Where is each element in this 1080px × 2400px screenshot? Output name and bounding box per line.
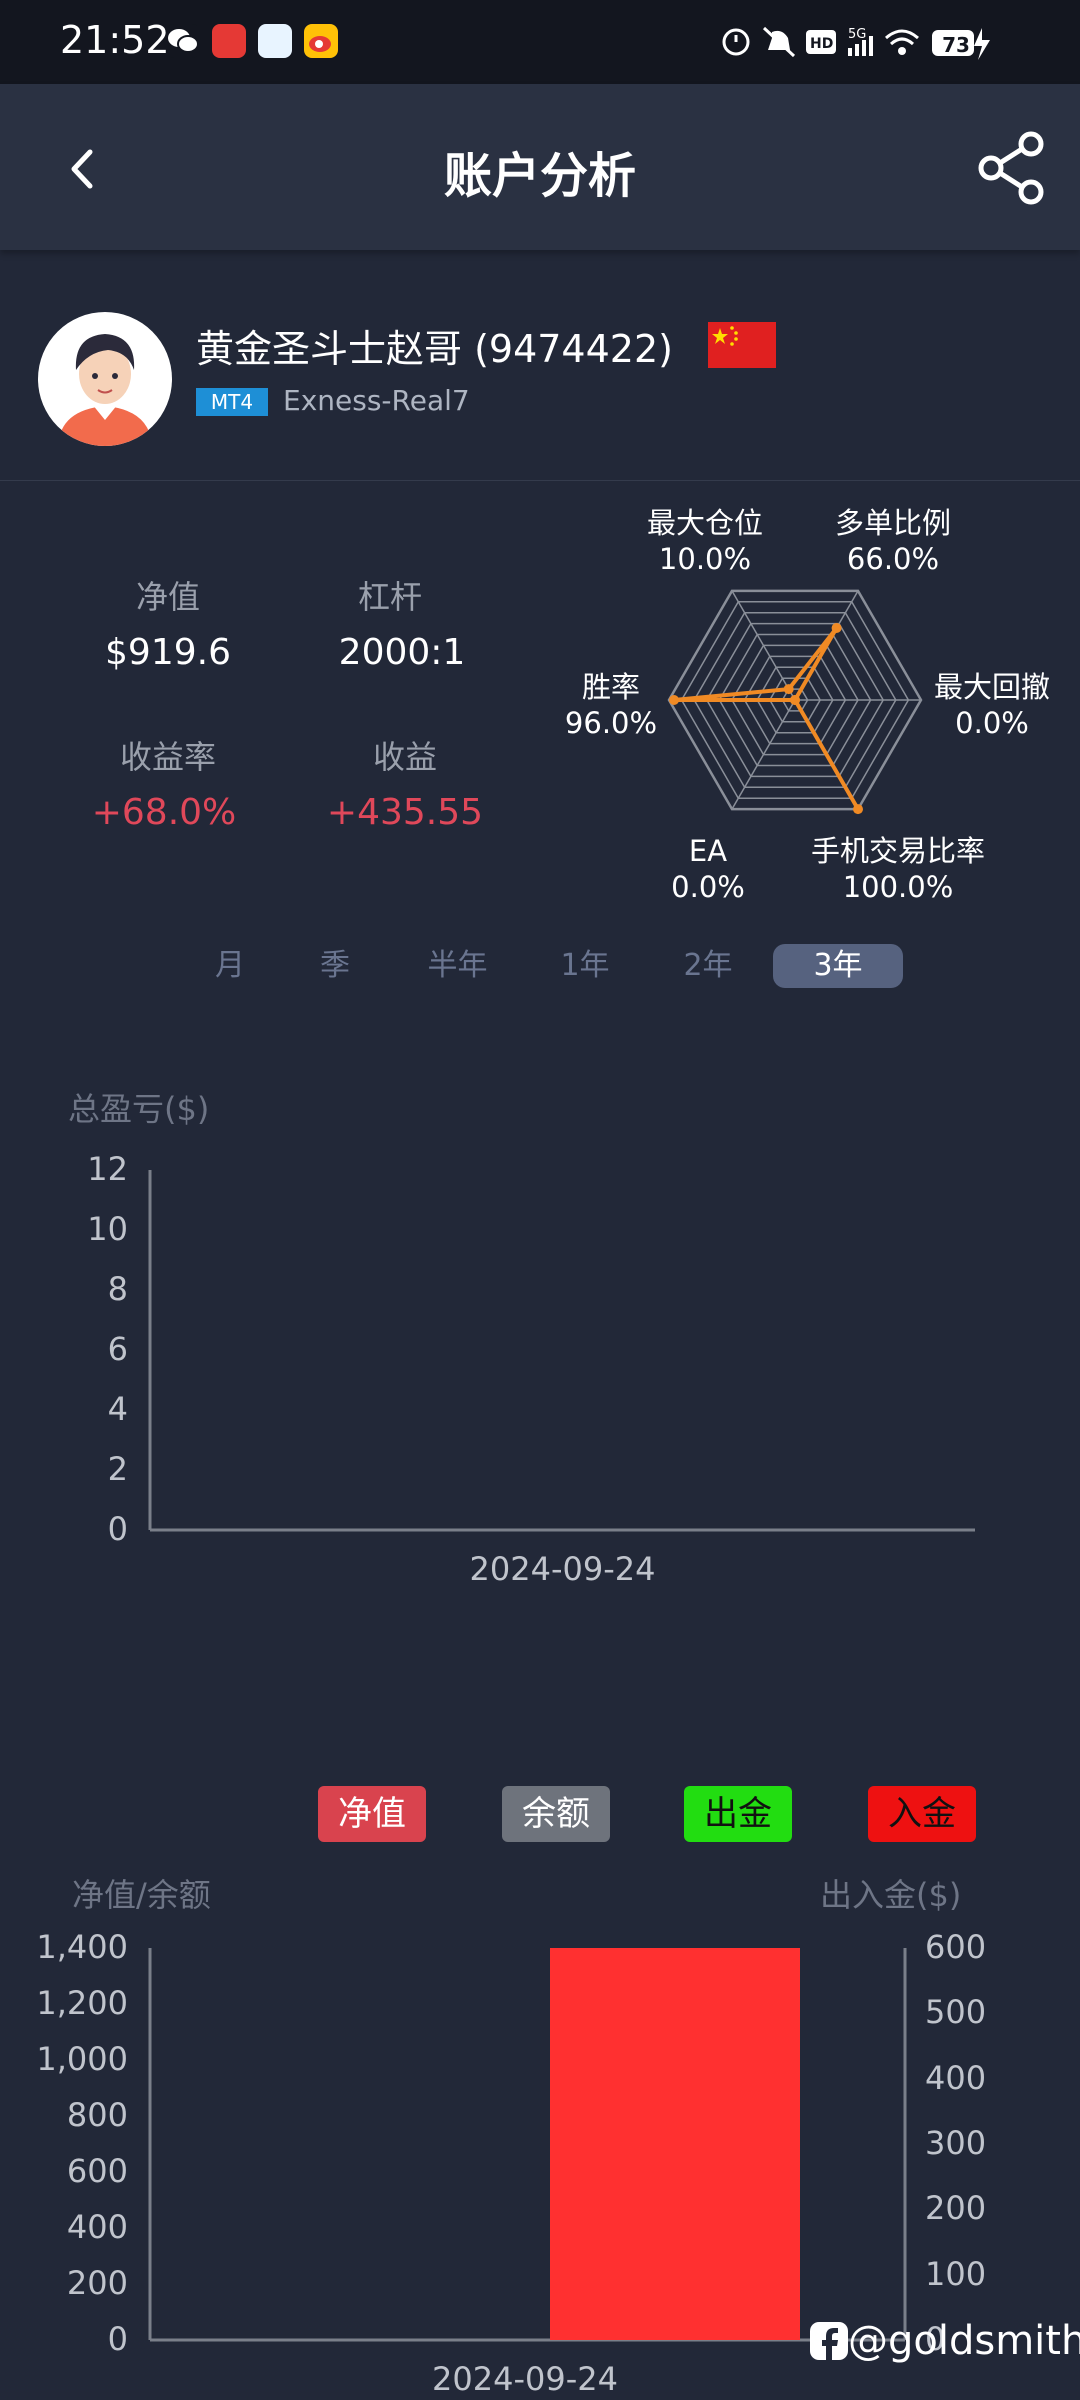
balance-chart (148, 1948, 907, 2342)
pnl-chart-ylabel: 总盈亏($) (68, 1090, 210, 1128)
avatar[interactable] (38, 312, 172, 446)
account-name: 黄金圣斗士赵哥 (9474422) (196, 327, 673, 371)
wechat-icon (166, 24, 200, 58)
pnl-chart-xtick: 2024-09-24 (469, 1550, 656, 1588)
pnl-chart-ytick: 12 (87, 1150, 128, 1188)
server-name: Exness-Real7 (283, 384, 470, 417)
avatar-icon (58, 334, 152, 446)
pnl-chart-ytick: 6 (107, 1330, 128, 1368)
balance-chart-ytick-left: 200 (66, 2264, 128, 2302)
balance-chart-ytick-left: 1,200 (36, 1984, 128, 2022)
battery-level: 73 (942, 33, 970, 57)
equity-value: $919.6 (105, 632, 231, 673)
watermark: @goldsmith (810, 2318, 1080, 2364)
balance-chart-ytick-right: 300 (925, 2124, 987, 2162)
share-icon (978, 131, 1044, 205)
radar-point (790, 695, 800, 705)
radar-label-max-drawdown: 最大回撤 0.0% (933, 670, 1050, 740)
balance-chart-ytick-left: 1,400 (36, 1928, 128, 1966)
app-bar: 账户分析 (0, 84, 1080, 250)
status-time: 21:52 (60, 18, 170, 62)
deposit-bar (550, 1948, 800, 2340)
balance-chart-ytick-left: 400 (66, 2208, 128, 2246)
pnl-chart-ytick: 0 (107, 1510, 128, 1548)
balance-chart-ytick-left: 600 (66, 2152, 128, 2190)
watermark-text: @goldsmith (848, 2318, 1080, 2364)
balance-chart-ylabel-left: 净值/余额 (72, 1876, 211, 1914)
radar-series-line (673, 626, 860, 811)
balance-chart-ytick-right: 100 (925, 2254, 987, 2293)
radar-label-long-ratio: 多单比例 66.0% (834, 506, 951, 576)
share-button[interactable] (975, 130, 1051, 206)
svg-text:HD: HD (810, 36, 833, 52)
pnl-chart (148, 1170, 975, 1532)
tab-2-year[interactable]: 2年 (668, 944, 748, 988)
chat-app-icon (258, 24, 292, 58)
radar-point (783, 684, 794, 695)
leverage-value: 2000:1 (338, 632, 466, 673)
equity-label: 净值 (135, 578, 200, 616)
shopping-app-icon (212, 24, 246, 58)
balance-chart-ytick-right: 600 (925, 1928, 987, 1966)
tab-3-year[interactable]: 3年 (773, 944, 903, 988)
pnl-chart-ytick: 4 (107, 1390, 128, 1428)
page-title: 账户分析 (443, 148, 636, 204)
legend-equity[interactable]: 净值 (318, 1786, 426, 1842)
profit-label: 收益 (372, 738, 437, 776)
china-flag-icon (708, 322, 776, 368)
balance-chart-ytick-right: 400 (925, 2058, 987, 2097)
legend-deposit[interactable]: 入金 (868, 1786, 976, 1842)
return-rate-label: 收益率 (119, 738, 216, 776)
facebook-icon (810, 2322, 848, 2360)
svg-text:5G: 5G (848, 27, 866, 42)
return-rate-value: +68.0% (91, 792, 237, 833)
tab-1-year[interactable]: 1年 (545, 944, 625, 988)
radar-label-max-position: 最大仓位 10.0% (646, 506, 763, 576)
pnl-chart-ytick: 10 (87, 1210, 128, 1248)
legend-withdrawal[interactable]: 出金 (684, 1786, 792, 1842)
balance-chart-xtick: 2024-09-24 (432, 2360, 618, 2398)
tab-quarter[interactable]: 季 (305, 944, 365, 988)
pnl-chart-ytick: 8 (107, 1270, 128, 1308)
tab-half-year[interactable]: 半年 (415, 944, 500, 988)
balance-chart-ytick-left: 0 (107, 2320, 128, 2358)
radar-point (853, 804, 863, 815)
weibo-icon (304, 24, 338, 58)
pnl-chart-ytick: 2 (107, 1450, 128, 1488)
status-bar: 21:52 HD 5G 73 (0, 0, 1080, 84)
profit-value: +435.55 (326, 792, 484, 833)
radar-label-mobile-ratio: 手机交易比率 100.0% (810, 834, 985, 904)
radar-label-win-rate: 胜率 96.0% (564, 670, 658, 740)
balance-chart-ytick-right: 200 (925, 2189, 987, 2228)
leverage-label: 杠杆 (357, 578, 422, 616)
balance-chart-ytick-right: 500 (925, 1993, 987, 2032)
platform-badge: MT4 (196, 388, 268, 416)
balance-chart-ytick-left: 800 (66, 2096, 128, 2134)
legend-balance[interactable]: 余额 (502, 1786, 610, 1842)
balance-chart-ylabel-right: 出入金($) (820, 1876, 962, 1914)
radar-point (831, 622, 842, 633)
tab-month[interactable]: 月 (200, 944, 260, 988)
balance-chart-ytick-left: 1,000 (36, 2040, 128, 2078)
radar-label-ea: EA 0.0% (671, 834, 745, 904)
